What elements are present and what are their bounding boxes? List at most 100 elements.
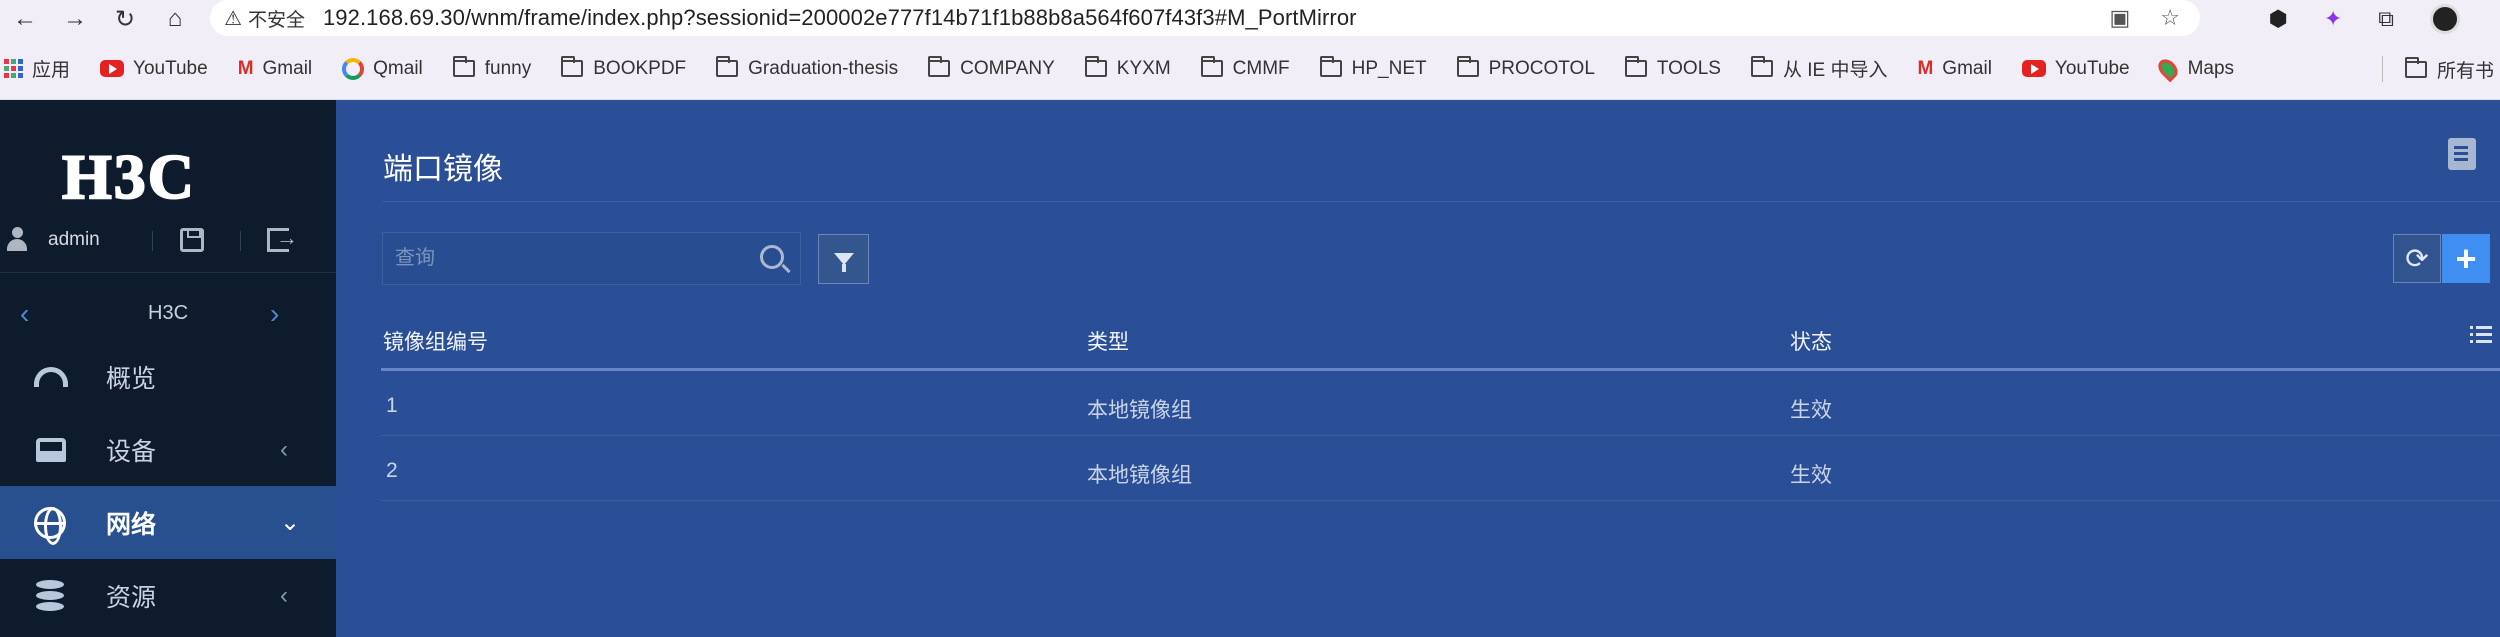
refresh-button[interactable]: ⟳ [2393,234,2441,283]
bookmark-folder[interactable]: BOOKPDF [561,56,686,80]
address-bar[interactable]: ⚠ 不安全 192.168.69.30/wnm/frame/index.php?s… [210,0,2200,36]
table-row[interactable]: 1 本地镜像组 生效 [381,371,2500,436]
all-bookmarks[interactable]: 所有书 [2405,38,2494,100]
mirror-group-table: 镜像组编号 类型 状态 1 本地镜像组 生效 2 本地镜像组 生效 [381,310,2500,501]
help-notebook-icon[interactable] [2448,138,2476,170]
folder-icon [1750,56,1773,77]
column-header[interactable]: 镜像组编号 [383,326,488,356]
maps-icon [2154,55,2182,82]
extension-icon[interactable]: ✦ [2324,6,2342,32]
reload-icon[interactable]: ↻ [100,0,150,38]
table-cell: 1 [386,394,398,417]
divider [152,231,153,251]
add-button[interactable]: + [2442,234,2490,283]
warning-icon: ⚠ [224,7,242,30]
main-content: 端口镜像 ⟳ + 镜像组编号 类型 状态 1 本地镜像组 生效 2 本地镜像组 … [336,100,2500,637]
profile-avatar[interactable] [2430,4,2460,34]
bookmark-folder[interactable]: CMMF [1200,56,1290,80]
search-box [382,232,801,285]
folder-icon [1624,56,1647,77]
back-icon[interactable]: ← [0,0,50,38]
gauge-icon [34,366,68,387]
chevron-down-icon: ⌄ [280,509,301,536]
column-header[interactable]: 类型 [1087,326,1129,356]
title-divider [383,201,2500,202]
sidebar-divider [0,272,336,273]
sidebar-item-resources[interactable]: 资源 ‹ [0,559,336,632]
bookmark-apps[interactable]: 应用 [4,55,70,82]
bookmark-folder[interactable]: 从 IE 中导入 [1750,55,1887,82]
star-icon[interactable]: ☆ [2160,5,2180,31]
drive-icon [36,437,66,462]
search-input[interactable] [383,233,743,284]
folder-icon [716,56,739,77]
translate-icon[interactable]: ▣ [2109,5,2130,31]
table-header: 镜像组编号 类型 状态 [381,310,2500,371]
bookmark-folder[interactable]: Graduation-thesis [716,56,898,80]
divider [240,231,241,251]
user-icon [7,227,27,251]
folder-icon [1084,56,1107,77]
browser-toolbar: ← → ↻ ⌂ ⚠ 不安全 192.168.69.30/wnm/frame/ind… [0,0,2500,38]
bookmark-folder[interactable]: COMPANY [928,56,1055,80]
sidebar-item-label: 设备 [106,437,157,466]
device-name: H3C [148,302,189,324]
database-icon [36,579,64,612]
folder-icon [452,56,475,77]
username[interactable]: admin [48,229,100,251]
logout-icon[interactable] [267,225,298,252]
chevron-left-icon: ‹ [280,581,288,609]
table-cell: 生效 [1790,399,1832,422]
filter-button[interactable] [818,234,869,284]
folder-icon [1319,56,1342,77]
folder-icon [928,56,951,77]
sidebar-item-device[interactable]: 设备 ‹ [0,413,336,486]
extensions-puzzle-icon[interactable]: ⧉ [2378,6,2394,32]
sidebar-item-overview[interactable]: 概览 [0,340,336,413]
table-row[interactable]: 2 本地镜像组 生效 [381,436,2500,501]
bookmark-folder[interactable]: KYXM [1084,56,1171,80]
bookmark-maps[interactable]: Maps [2154,55,2234,82]
bookmark-folder[interactable]: PROCOTOL [1456,56,1595,80]
apps-grid-icon [4,59,23,78]
gmail-icon: M [1917,57,1934,79]
page-title: 端口镜像 [383,153,503,186]
sidebar-item-network[interactable]: 网络 ⌄ [0,486,336,559]
bookmark-gmail[interactable]: M Gmail [1917,58,1991,80]
column-settings-icon[interactable] [2470,326,2492,346]
table-cell: 2 [386,459,398,482]
bookmark-folder[interactable]: TOOLS [1624,56,1721,80]
youtube-icon [2021,60,2046,77]
bookmark-folder[interactable]: HP_NET [1319,56,1427,80]
chevron-left-icon: ‹ [280,435,288,463]
folder-icon [2405,56,2427,78]
folder-icon [1200,56,1223,77]
bookmark-youtube[interactable]: YouTube [100,58,208,80]
gmail-icon: M [237,57,254,79]
plus-icon: + [2455,237,2477,279]
globe-icon [34,506,66,545]
url-text[interactable]: 192.168.69.30/wnm/frame/index.php?sessio… [323,5,1357,31]
filter-icon [833,253,854,272]
refresh-icon: ⟳ [2405,243,2429,274]
home-icon[interactable]: ⌂ [150,0,200,38]
bookmark-qmail[interactable]: Qmail [342,57,423,80]
chevron-left-icon[interactable]: ‹ [20,298,29,330]
security-warning[interactable]: ⚠ 不安全 [224,5,305,32]
column-header[interactable]: 状态 [1790,326,1832,356]
bookmark-youtube[interactable]: YouTube [2021,58,2130,80]
qmail-icon [342,57,365,80]
folder-icon [1456,56,1479,77]
sidebar-item-label: 资源 [106,583,157,612]
forward-icon[interactable]: → [50,0,100,38]
brand-logo: H3C [61,140,196,213]
chevron-right-icon[interactable]: › [270,298,279,330]
user-bar: admin [0,215,336,265]
search-icon[interactable] [760,245,784,269]
extension-icon[interactable]: ⬢ [2269,6,2288,32]
save-config-icon[interactable] [180,228,204,252]
sidebar-item-label: 网络 [106,510,157,539]
bookmark-gmail[interactable]: M Gmail [238,58,312,80]
bookmark-folder[interactable]: funny [452,56,531,80]
table-cell: 本地镜像组 [1087,464,1192,487]
